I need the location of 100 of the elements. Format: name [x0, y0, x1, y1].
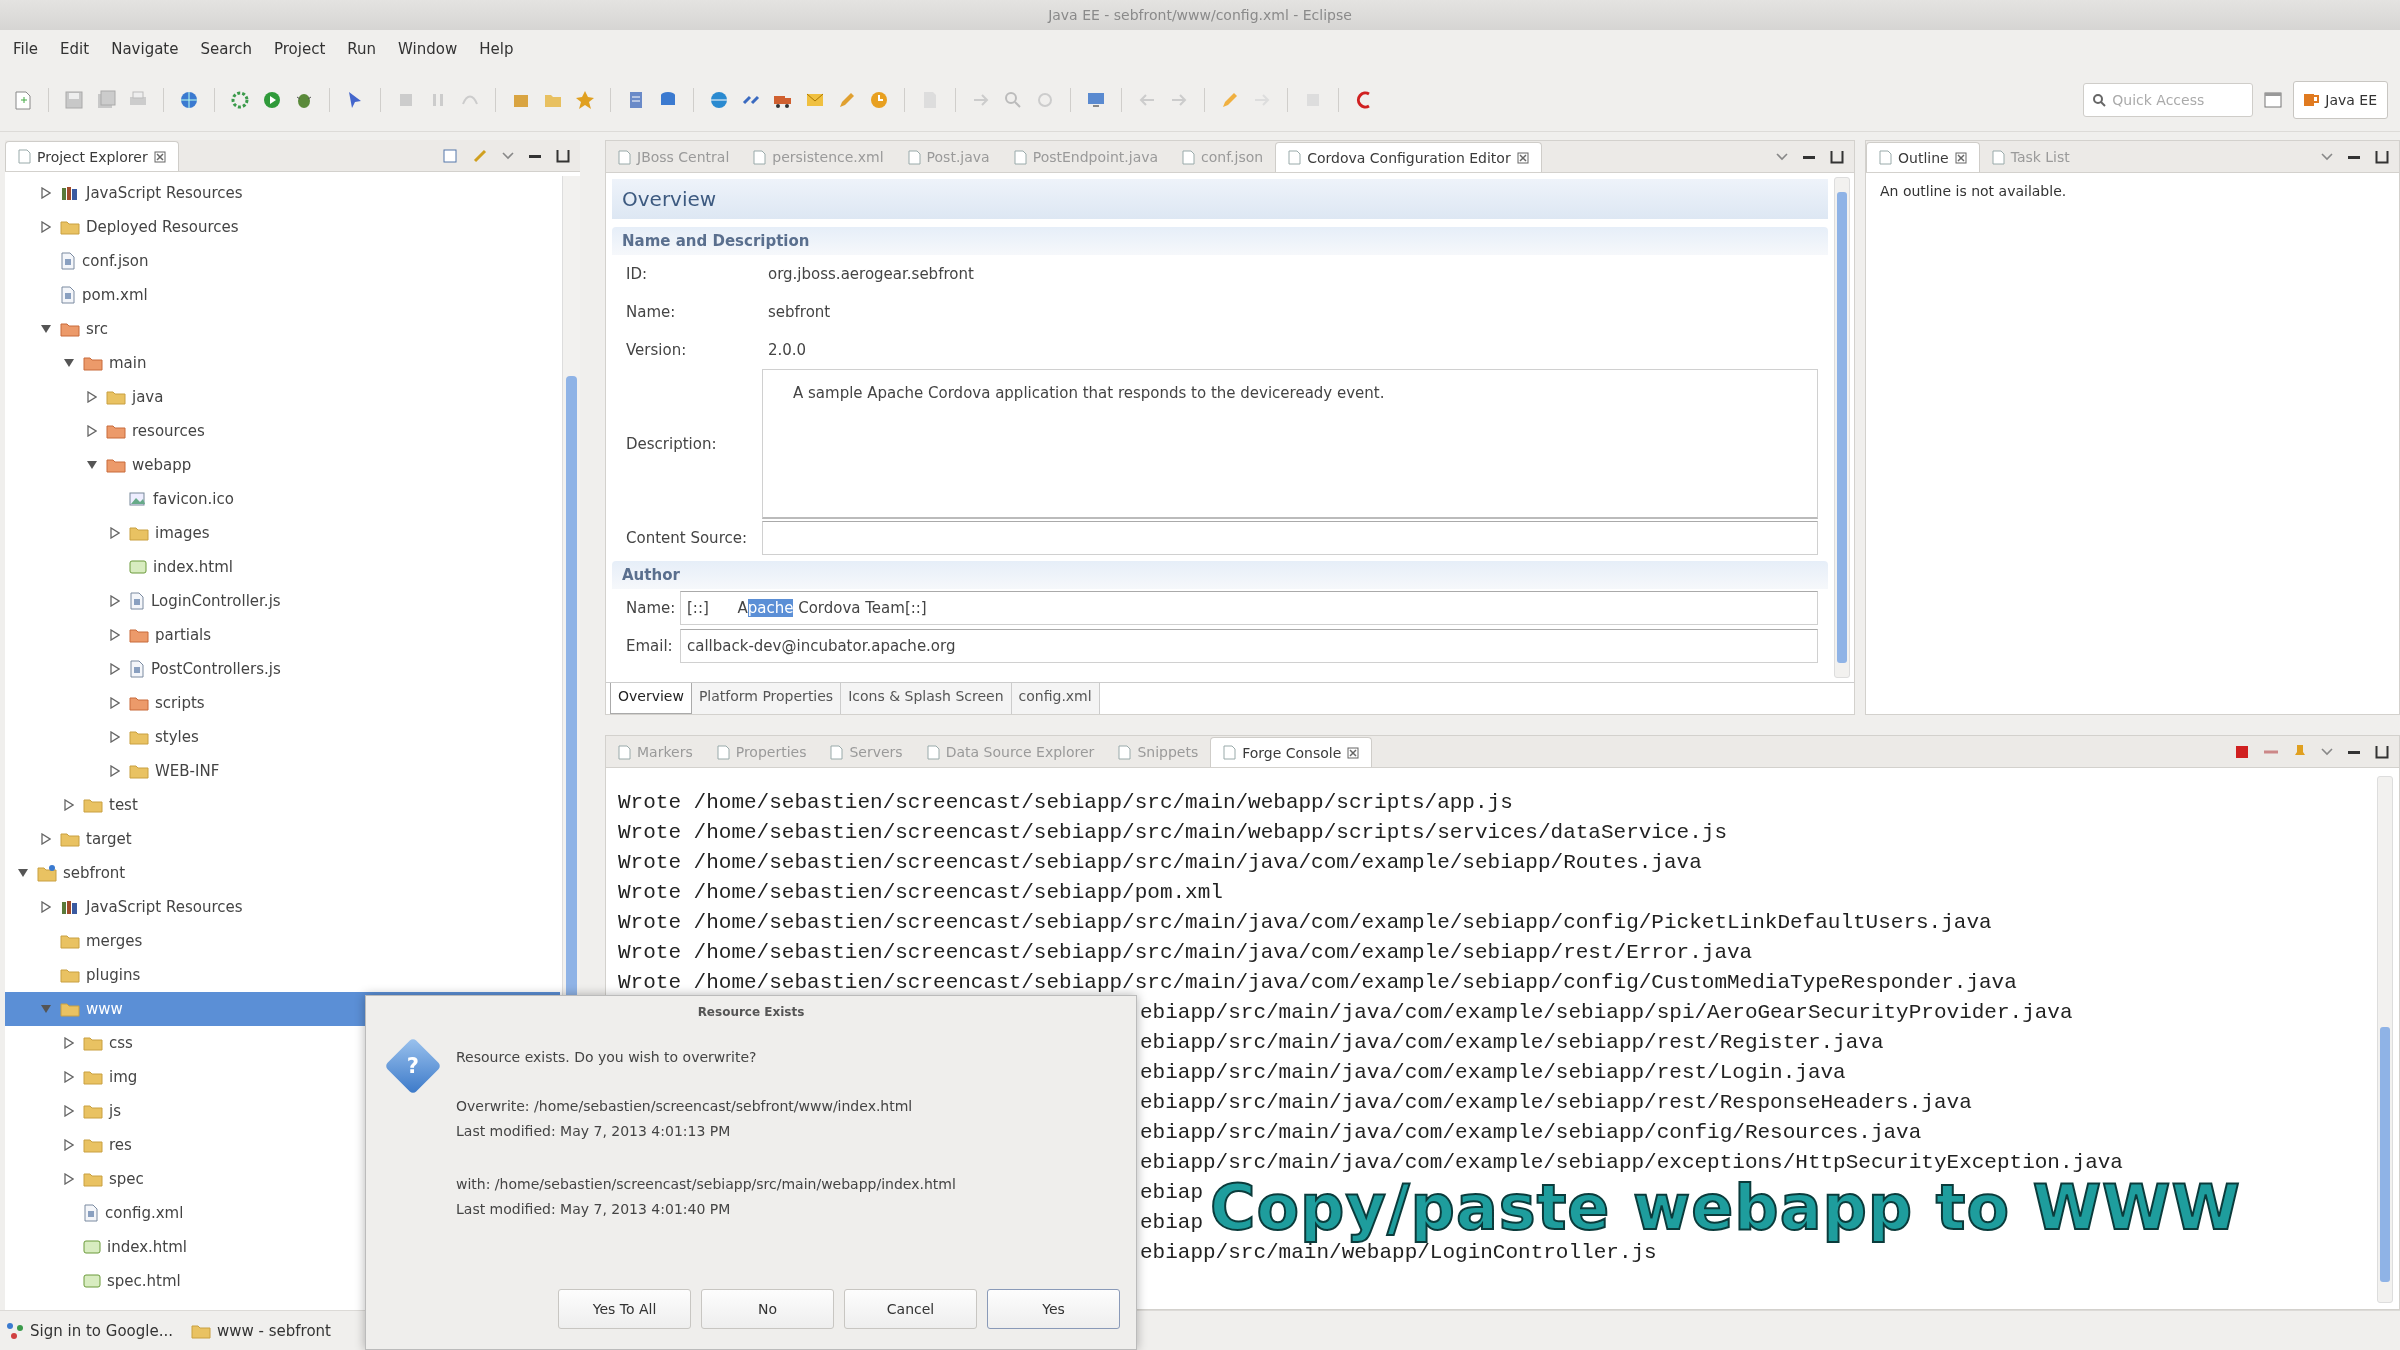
section-header[interactable]: Author — [612, 561, 1828, 589]
caret-right-icon[interactable] — [64, 1139, 74, 1151]
page-tab[interactable]: Platform Properties — [691, 683, 842, 714]
text-area[interactable]: A sample Apache Cordova application that responds to the deviceready event. — [762, 369, 1818, 519]
menu-item[interactable]: File — [4, 36, 48, 62]
page-tab[interactable]: Icons & Splash Screen — [841, 683, 1012, 714]
view-tab[interactable]: Cordova Configuration Editor — [1275, 142, 1542, 172]
tree-row[interactable]: webapp — [5, 448, 560, 482]
page-tab[interactable]: config.xml — [1011, 683, 1100, 714]
perspective-button[interactable]: Java EE — [2293, 80, 2388, 119]
menu-item[interactable]: Run — [338, 36, 386, 62]
caret-right-icon[interactable] — [110, 697, 120, 709]
field-label: Content Source: — [625, 529, 748, 547]
tree-row[interactable]: scripts — [5, 686, 560, 720]
tree-row[interactable]: Deployed Resources — [5, 210, 560, 244]
scrollbar-thumb[interactable] — [1837, 192, 1847, 663]
tree-row[interactable]: partials — [5, 618, 560, 652]
caret-right-icon[interactable] — [41, 187, 51, 199]
caret-down-icon[interactable] — [63, 358, 75, 368]
tree-row[interactable]: JavaScript Resources — [5, 890, 560, 924]
caret-right-icon[interactable] — [110, 595, 120, 607]
tree-row[interactable]: resources — [5, 414, 560, 448]
dialog-button[interactable]: Cancel — [844, 1289, 977, 1329]
menu-item[interactable]: Edit — [51, 36, 99, 62]
section-header[interactable]: Name and Description — [612, 227, 1828, 255]
maximize-icon[interactable] — [556, 149, 570, 163]
chevron-down-icon[interactable] — [2321, 747, 2333, 757]
dialog-button[interactable]: No — [701, 1289, 834, 1329]
view-tab[interactable]: Outline — [1866, 142, 1980, 172]
menu-item[interactable]: Help — [470, 36, 523, 62]
caret-right-icon[interactable] — [87, 425, 97, 437]
tree-row[interactable]: java — [5, 380, 560, 414]
chevron-down-icon[interactable] — [1776, 152, 1788, 162]
caret-right-icon[interactable] — [64, 1173, 74, 1185]
caret-right-icon[interactable] — [41, 833, 51, 845]
tree-row[interactable]: WEB-INF — [5, 754, 560, 788]
caret-right-icon[interactable] — [110, 731, 120, 743]
tree-row[interactable]: sebfront — [5, 856, 560, 890]
caret-down-icon[interactable] — [40, 324, 52, 334]
tree-row[interactable]: index.html — [5, 1230, 560, 1264]
close-icon[interactable] — [1954, 151, 1967, 164]
tree-row[interactable]: main — [5, 346, 560, 380]
caret-down-icon[interactable] — [17, 868, 29, 878]
caret-right-icon[interactable] — [64, 1071, 74, 1083]
tree-row[interactable]: styles — [5, 720, 560, 754]
tree-item-label: LoginController.js — [151, 592, 281, 610]
close-icon[interactable] — [1347, 746, 1360, 759]
close-icon[interactable] — [153, 150, 166, 163]
caret-right-icon[interactable] — [110, 765, 120, 777]
form-title: Overview — [612, 179, 1828, 219]
view-tab[interactable]: Project Explorer — [5, 141, 179, 171]
caret-right-icon[interactable] — [64, 799, 74, 811]
tree-row[interactable]: favicon.ico — [5, 482, 560, 516]
tree-row[interactable]: target — [5, 822, 560, 856]
caret-right-icon[interactable] — [110, 629, 120, 641]
collapse-all-icon[interactable] — [442, 148, 458, 164]
menu-item[interactable]: Search — [191, 36, 261, 62]
tree-row[interactable]: images — [5, 516, 560, 550]
tree-row[interactable]: plugins — [5, 958, 560, 992]
window-icon[interactable] — [2263, 89, 2284, 110]
chevron-down-icon[interactable] — [502, 151, 514, 161]
tree-row[interactable]: spec.html — [5, 1264, 560, 1298]
view-tab[interactable]: Forge Console — [1210, 737, 1373, 767]
stop-icon[interactable] — [2235, 745, 2249, 759]
caret-right-icon[interactable] — [110, 527, 120, 539]
caret-right-icon[interactable] — [41, 901, 51, 913]
caret-down-icon[interactable] — [86, 460, 98, 470]
tree-row[interactable]: LoginController.js — [5, 584, 560, 618]
maximize-icon[interactable] — [1830, 150, 1844, 164]
tree-row[interactable]: conf.json — [5, 244, 560, 278]
scrollbar-thumb[interactable] — [2380, 1027, 2390, 1282]
text-field[interactable] — [762, 521, 1818, 555]
tree-item-label: Deployed Resources — [86, 218, 239, 236]
menu-item[interactable]: Project — [265, 36, 335, 62]
status-text: Sign in to Google... — [30, 1321, 173, 1340]
scrollbar[interactable] — [1834, 177, 1850, 678]
page-tab[interactable]: Overview — [610, 683, 692, 714]
chevron-down-icon[interactable] — [2321, 152, 2333, 162]
text-field[interactable]: callback-dev@incubator.apache.org — [680, 629, 1818, 663]
new-file-icon[interactable] — [12, 88, 34, 111]
tree-row[interactable]: JavaScript Resources — [5, 176, 560, 210]
tree-row[interactable]: merges — [5, 924, 560, 958]
maximize-icon[interactable] — [2375, 745, 2389, 759]
tree-row[interactable]: PostControllers.js — [5, 652, 560, 686]
menu-item[interactable]: Navigate — [102, 36, 188, 62]
menu-item[interactable]: Window — [389, 36, 467, 62]
dialog-button[interactable]: Yes — [987, 1289, 1120, 1329]
tree-row[interactable]: pom.xml — [5, 278, 560, 312]
tree-row[interactable]: src — [5, 312, 560, 346]
caret-right-icon[interactable] — [110, 663, 120, 675]
caret-right-icon[interactable] — [41, 221, 51, 233]
tree-row[interactable]: index.html — [5, 550, 560, 584]
maximize-icon[interactable] — [2375, 150, 2389, 164]
close-icon[interactable] — [1516, 151, 1529, 164]
caret-right-icon[interactable] — [64, 1037, 74, 1049]
dialog-button[interactable]: Yes To All — [558, 1289, 691, 1329]
scrollbar[interactable] — [2377, 776, 2393, 1303]
tree-row[interactable]: test — [5, 788, 560, 822]
caret-right-icon[interactable] — [87, 391, 97, 403]
caret-right-icon[interactable] — [64, 1105, 74, 1117]
